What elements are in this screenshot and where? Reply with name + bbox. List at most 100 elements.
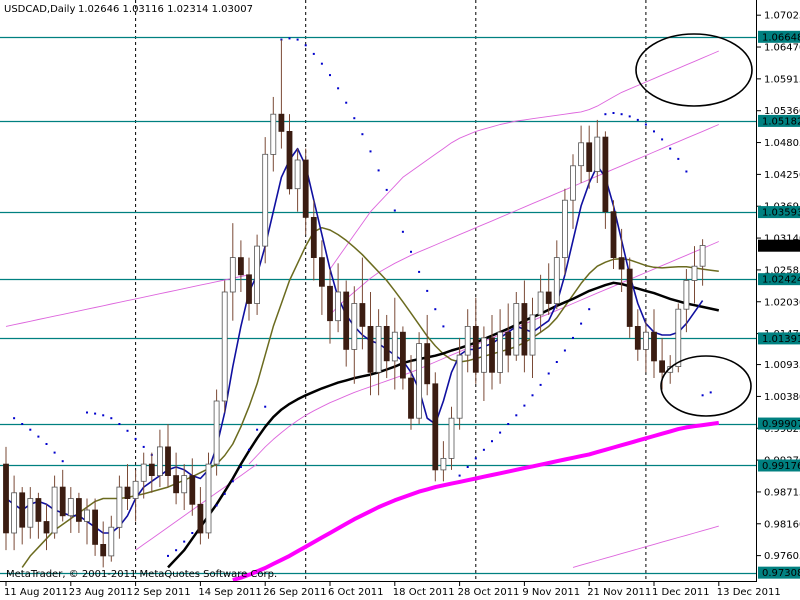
level-label: 1.06648 [762,32,800,43]
candle-body [92,509,98,545]
sar-dot [507,423,510,425]
candle-body [229,257,236,293]
sar-dot [320,62,323,65]
sar-dot [401,230,404,233]
candle-body [148,463,155,477]
candle-body [472,325,479,373]
candle-body [237,257,244,276]
candle-body [489,337,495,373]
candle-body [108,526,115,557]
candle-body [651,331,657,362]
sar-dot [353,117,356,120]
candle-body [124,486,131,500]
sar-dot [86,411,88,414]
y-tick-label: 0.98160 [764,519,800,530]
sar-dot [523,404,526,407]
candle-body [213,400,220,465]
candle-body [594,136,601,172]
sar-dot [94,412,97,415]
candle-body [562,199,568,258]
candle-body [189,475,196,505]
sar-dot [167,554,169,557]
candle-body [43,521,50,534]
sar-dot [661,138,664,141]
candle-body [602,136,609,213]
sar-dot [677,157,680,160]
candle-body [318,257,325,287]
candle-body [221,291,228,402]
y-tick-label: 0.97605 [764,551,800,562]
candle-body [294,159,301,190]
candle-body [156,446,163,476]
sar-dot [426,289,429,292]
x-tick-label: 18 Oct 2011 [393,587,455,598]
candle-body [480,337,487,373]
candle-body [335,291,342,322]
y-tick-label: 1.02030 [764,297,800,308]
candle-body [181,475,188,494]
candle-body [408,377,414,419]
candle-body [302,159,309,218]
candle-body [424,343,431,385]
sar-dot [491,440,493,443]
y-tick-label: 1.04250 [764,170,800,181]
candle-body [270,113,277,155]
sar-dot [539,383,542,386]
candle-body [359,303,366,327]
sar-dot [644,123,647,126]
sar-dot [288,37,291,40]
candle-body [310,216,317,258]
candle-body [254,245,261,304]
candle-body [391,331,398,362]
candle-body [84,509,90,522]
price-chart[interactable]: 1.070251.064701.059151.053601.048051.042… [0,0,800,600]
candle-body [586,142,593,172]
candle-body [659,360,665,373]
sar-dot [304,44,307,47]
y-tick-label: 1.00935 [764,360,800,371]
y-tick-label: 1.05915 [764,74,800,85]
candle-body [286,130,293,190]
level-label: 1.03593 [762,208,800,219]
y-tick-label: 1.06470 [764,43,800,54]
sar-dot [264,405,267,408]
candle-body [521,303,528,356]
sar-dot [636,118,639,121]
sar-dot [29,428,32,431]
candle-body [35,498,42,522]
candle-body [197,503,204,534]
candle-body [634,325,641,350]
candle-body [116,486,123,528]
sar-dot [410,250,412,253]
x-tick-label: 21 Nov 2011 [587,587,651,598]
sar-dot [612,112,615,114]
x-tick-label: 11 Aug 2011 [4,587,68,598]
sar-dot [588,308,591,311]
candle-body [578,142,584,167]
sar-dot [628,115,631,118]
sar-dot [53,451,56,454]
candle-body [278,113,285,132]
candle-body [140,463,147,482]
candle-body [262,153,269,247]
sar-dot [248,448,250,451]
sar-dot [142,445,145,448]
sar-dot [482,448,485,451]
copyright-text: MetaTrader, © 2001-2011 MetaQuotes Softw… [6,569,277,580]
candle-body [626,268,633,327]
sar-dot [45,443,48,445]
sar-dot [572,336,574,339]
sar-dot [563,349,566,352]
sar-dot [183,540,186,543]
candle-body [610,211,617,258]
candle-body [691,265,698,281]
candle-body [513,303,520,356]
candle-body [367,325,374,373]
sar-dot [604,113,607,116]
candle-body [351,303,358,350]
sar-dot [102,414,105,417]
candle-body [100,544,107,557]
candle-body [440,457,447,471]
x-tick-label: 26 Sep 2011 [263,587,326,598]
sar-dot [531,394,534,397]
